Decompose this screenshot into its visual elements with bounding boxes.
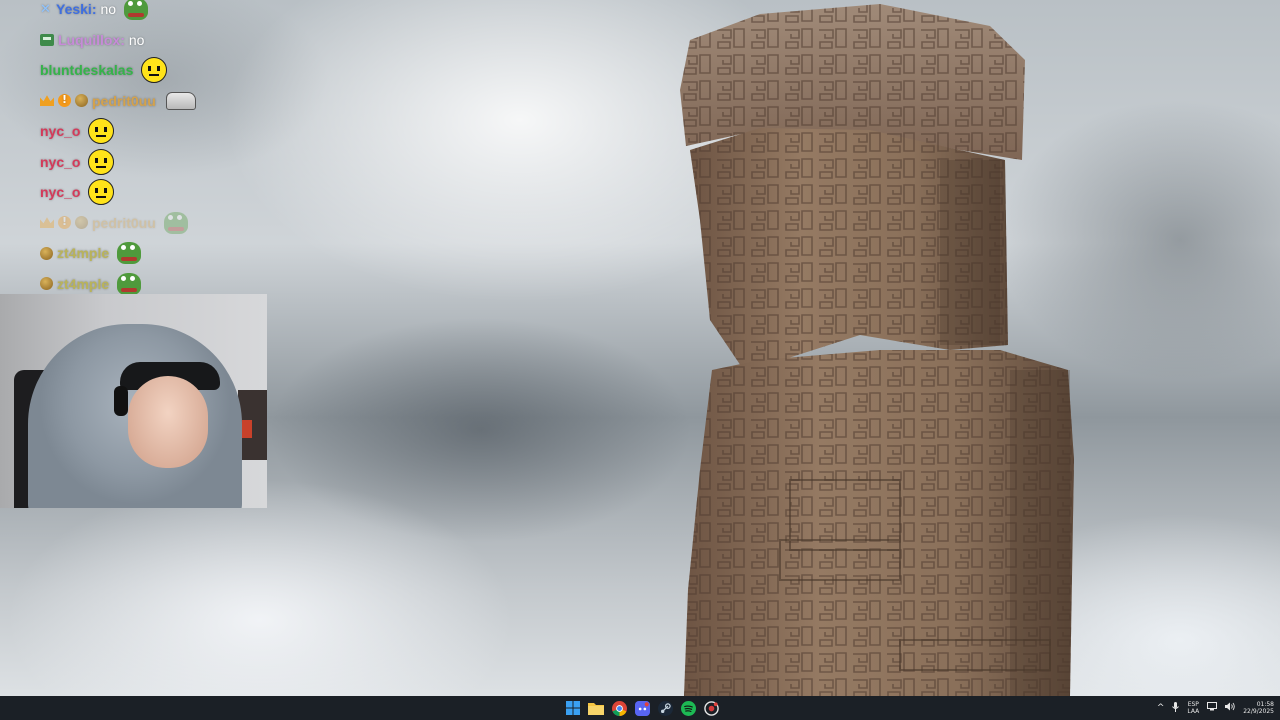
webcam-feed xyxy=(0,294,267,508)
coin-badge-icon xyxy=(75,216,88,230)
steam-icon[interactable] xyxy=(656,699,674,717)
chat-username: bluntdeskalas xyxy=(40,62,134,79)
chat-message-text: no xyxy=(128,31,145,48)
frog-emote-icon xyxy=(163,211,188,234)
crown-badge-icon xyxy=(40,217,54,229)
headset xyxy=(114,386,128,416)
crown-badge-icon xyxy=(40,95,54,107)
language-bottom: LAA xyxy=(1187,708,1200,715)
chat-message: zt4mple xyxy=(40,238,340,269)
face-emote-icon xyxy=(141,57,168,84)
chat-username: zt4mple xyxy=(57,275,110,292)
network-icon[interactable] xyxy=(1207,702,1218,714)
coin-badge-icon xyxy=(40,277,53,291)
chat-username: pedrit0uu xyxy=(92,214,156,231)
chat-message: nyc_o xyxy=(40,147,340,178)
clock[interactable]: 01:58 22/9/2025 xyxy=(1243,701,1274,715)
chat-username: nyc_o xyxy=(40,153,81,170)
chat-message: pedrit0uu xyxy=(40,208,340,239)
chat-username: Luquillox: xyxy=(58,31,125,48)
face-emote-icon xyxy=(88,118,115,145)
file-explorer-icon[interactable] xyxy=(587,699,605,717)
chat-overlay: ✕Yeski:noLuquillox:nobluntdeskalaspedrit… xyxy=(40,0,340,299)
shelf xyxy=(238,390,267,460)
chat-message: Luquillox: no xyxy=(40,25,340,56)
x-badge-icon: ✕ xyxy=(40,1,51,17)
bot-badge-icon xyxy=(40,33,54,46)
coin-badge-icon xyxy=(75,94,88,108)
discord-icon[interactable] xyxy=(633,699,651,717)
alert-badge-icon xyxy=(58,215,71,230)
chat-message: bluntdeskalas xyxy=(40,55,340,86)
taskbar-apps xyxy=(564,696,720,720)
clock-date: 22/9/2025 xyxy=(1243,708,1274,715)
volume-icon[interactable] xyxy=(1225,702,1235,714)
chat-message: pedrit0uu xyxy=(40,86,340,117)
coin-badge-icon xyxy=(40,246,53,260)
chat-message-text: no xyxy=(100,1,117,18)
taskbar: ^ ESP LAA 01:58 22/9/2025 xyxy=(0,696,1280,720)
alert-badge-icon xyxy=(58,93,71,108)
face-emote-icon xyxy=(88,148,115,175)
system-tray: ^ ESP LAA 01:58 22/9/2025 xyxy=(1157,696,1274,720)
spotify-icon[interactable] xyxy=(679,699,697,717)
app-icon[interactable] xyxy=(702,699,720,717)
chat-username: nyc_o xyxy=(40,123,81,140)
microphone-icon[interactable] xyxy=(1172,701,1180,715)
person-face xyxy=(128,376,208,468)
chat-username: nyc_o xyxy=(40,184,81,201)
car-emote-icon xyxy=(165,91,196,110)
frog-emote-icon xyxy=(117,272,142,295)
frog-emote-icon xyxy=(117,242,142,265)
chat-message: nyc_o xyxy=(40,116,340,147)
face-emote-icon xyxy=(88,179,115,206)
chat-username: Yeski: xyxy=(56,1,97,18)
chat-message: nyc_o xyxy=(40,177,340,208)
frog-emote-icon xyxy=(124,0,149,21)
chrome-icon[interactable] xyxy=(610,699,628,717)
language-indicator[interactable]: ESP LAA xyxy=(1187,701,1199,715)
chat-username: pedrit0uu xyxy=(92,92,156,109)
chat-message: ✕ Yeski: no xyxy=(40,0,340,25)
start-icon[interactable] xyxy=(564,699,582,717)
chat-username: zt4mple xyxy=(57,245,110,262)
language-top: ESP xyxy=(1187,701,1199,708)
show-hidden-icons-chevron[interactable]: ^ xyxy=(1157,703,1165,713)
clock-time: 01:58 xyxy=(1256,701,1274,708)
